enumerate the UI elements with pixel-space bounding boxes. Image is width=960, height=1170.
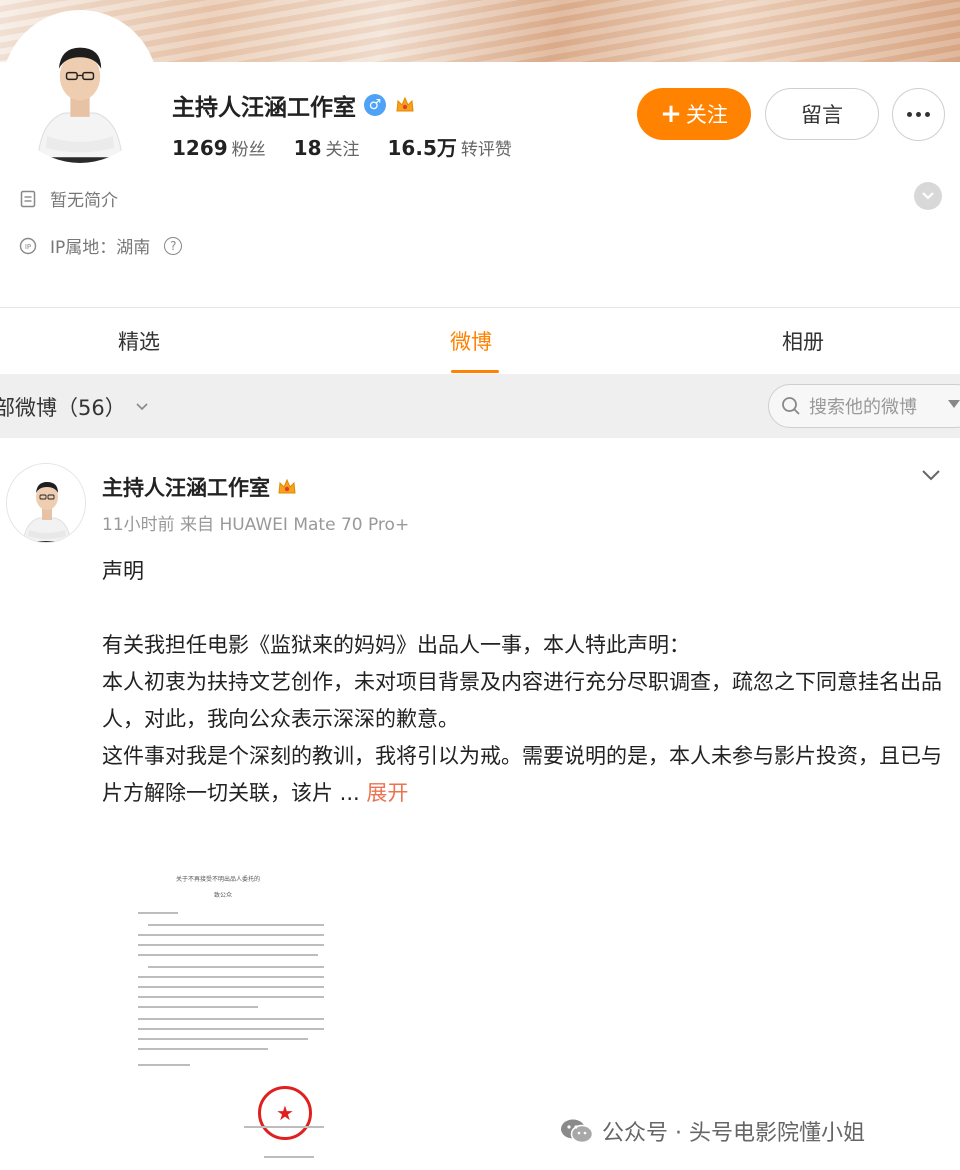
all-weibo-filter[interactable]: 部微博（56） <box>0 392 150 422</box>
profile-header: 主持人汪涵工作室 ♂ 1269 粉丝 18 关注 16.5万 转评赞 + 关注 留言 <box>0 10 960 308</box>
plus-icon: + <box>660 99 682 129</box>
post-meta: 11小时前 来自 HUAWEI Mate 70 Pro+ <box>102 515 410 535</box>
ip-location-row: IP IP属地：湖南 ? <box>18 233 183 258</box>
document-text-line <box>138 912 178 914</box>
document-text-line <box>138 944 324 946</box>
more-dot-icon <box>916 112 921 117</box>
more-dot-icon <box>907 112 912 117</box>
likes-count: 16.5万 <box>387 136 457 160</box>
tab-weibo[interactable]: 微博 <box>450 326 492 356</box>
fans-stat[interactable]: 1269 粉丝 <box>172 135 266 160</box>
star-icon: ★ <box>276 1101 294 1125</box>
post-author-name[interactable]: 主持人汪涵工作室 <box>102 472 270 502</box>
document-text-line <box>264 1156 314 1158</box>
expand-post-link[interactable]: 展开 <box>366 781 408 805</box>
post-paragraph-text: 这件事对我是个深刻的教训，我将引以为戒。需要说明的是，本人未参与影片投资，且已与… <box>102 744 942 805</box>
filter-bar: 部微博（56） 搜索他的微博 <box>0 374 960 438</box>
document-title: 关于不再接受不明出品人委托的 <box>176 876 261 883</box>
watermark-text: 公众号 · 头号电影院懂小姐 <box>602 1121 865 1146</box>
post-paragraph: 本人初衷为扶持文艺创作，未对项目背景及内容进行充分尽职调查，疏忽之下同意挂名出品… <box>102 670 942 731</box>
fans-label: 粉丝 <box>231 140 266 160</box>
red-seal-stamp: ★ <box>258 1086 312 1140</box>
document-subtitle: 致公众 <box>214 892 233 899</box>
tab-album[interactable]: 相册 <box>782 326 824 356</box>
document-text-line <box>148 966 324 968</box>
ip-location-text: IP属地：湖南 <box>50 238 151 258</box>
ellipsis: ... <box>333 781 360 805</box>
likes-label: 转评赞 <box>460 140 512 160</box>
document-text-line <box>138 1018 324 1020</box>
wechat-icon <box>561 1119 594 1144</box>
profile-avatar[interactable] <box>2 10 158 166</box>
document-text-line <box>138 1064 190 1066</box>
document-text-line <box>148 924 324 926</box>
document-icon <box>18 189 38 209</box>
document-text-line <box>138 976 324 978</box>
document-text-line <box>138 1038 308 1040</box>
document-text-line <box>138 1048 268 1050</box>
likes-stat[interactable]: 16.5万 转评赞 <box>388 132 512 161</box>
tab-featured[interactable]: 精选 <box>118 326 160 356</box>
document-text-line <box>138 986 324 988</box>
profile-name: 主持人汪涵工作室 <box>172 95 356 121</box>
follow-button-label: 关注 <box>685 103 728 127</box>
more-dot-icon <box>925 112 930 117</box>
ip-location-icon: IP <box>18 236 38 256</box>
document-text-line <box>138 954 318 956</box>
following-stat[interactable]: 18 关注 <box>294 135 360 160</box>
search-placeholder: 搜索他的微博 <box>809 397 917 418</box>
bio-row: 暂无简介 <box>18 186 118 211</box>
wechat-watermark: 公众号 · 头号电影院懂小姐 <box>560 1115 865 1147</box>
active-tab-indicator <box>451 370 499 373</box>
profile-stats: 1269 粉丝 18 关注 16.5万 转评赞 <box>172 132 512 161</box>
search-input[interactable]: 搜索他的微博 <box>768 384 960 428</box>
post-image-statement-document[interactable]: 关于不再接受不明出品人委托的 致公众 ★ <box>126 868 338 1168</box>
document-text-line <box>138 1028 324 1030</box>
all-weibo-filter-label: 部微博（56） <box>0 396 126 420</box>
search-dropdown-icon[interactable] <box>948 400 960 408</box>
post-title: 声明 <box>102 559 144 583</box>
post-paragraph: 有关我担任电影《监狱来的妈妈》出品人一事，本人特此声明： <box>102 633 690 657</box>
fans-count: 1269 <box>172 136 228 160</box>
document-text-line <box>138 996 324 998</box>
post-options-chevron-icon[interactable] <box>920 467 942 483</box>
svg-text:IP: IP <box>25 243 31 251</box>
help-icon[interactable]: ? <box>164 236 183 255</box>
post-author-avatar[interactable] <box>6 463 86 543</box>
crown-badge-icon[interactable] <box>276 476 298 498</box>
bio-text: 暂无简介 <box>50 191 118 211</box>
post-content: 声明 有关我担任电影《监狱来的妈妈》出品人一事，本人特此声明： 本人初衷为扶持文… <box>102 553 952 812</box>
search-icon <box>782 397 800 415</box>
male-gender-icon: ♂ <box>364 94 386 116</box>
following-label: 关注 <box>325 140 360 160</box>
follow-button[interactable]: + 关注 <box>637 88 751 140</box>
message-button-label: 留言 <box>801 103 843 127</box>
post-paragraph-truncated: 这件事对我是个深刻的教训，我将引以为戒。需要说明的是，本人未参与影片投资，且已与… <box>102 738 952 812</box>
document-text-line <box>244 1126 324 1128</box>
following-count: 18 <box>293 136 322 160</box>
more-options-button[interactable] <box>892 88 945 141</box>
expand-profile-icon[interactable] <box>914 182 942 210</box>
document-text-line <box>138 1006 258 1008</box>
document-text-line <box>138 934 324 936</box>
message-button[interactable]: 留言 <box>765 88 879 140</box>
crown-badge-icon[interactable] <box>394 94 416 116</box>
chevron-down-icon <box>136 403 148 411</box>
profile-tabs: 精选 微博 相册 <box>0 308 960 374</box>
